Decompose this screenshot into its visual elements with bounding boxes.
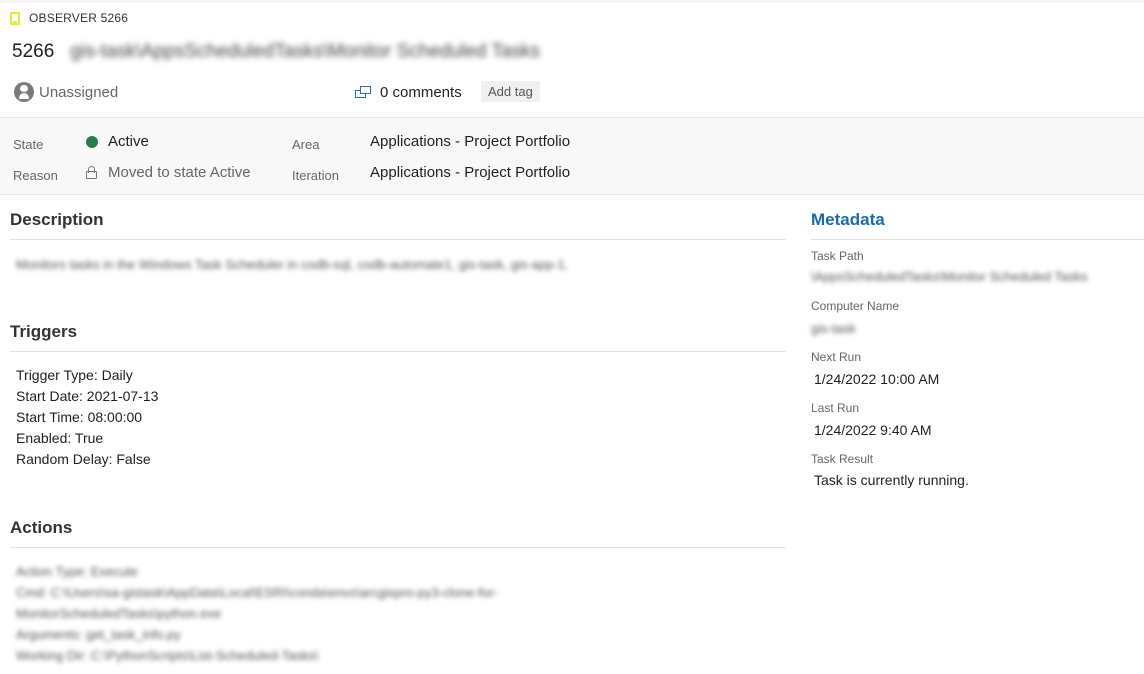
next-run-value: 1/24/2022 10:00 AM <box>814 371 940 387</box>
iteration-value: Applications - Project Portfolio <box>370 164 571 181</box>
work-item-id: 5266 <box>12 41 55 62</box>
comments-count: 0 comments <box>380 84 462 101</box>
avatar-icon <box>14 82 34 102</box>
trigger-line: Start Date: 2021-07-13 <box>16 388 159 404</box>
reason-label: Reason <box>13 168 58 183</box>
metadata-divider <box>811 239 1144 240</box>
area-label: Area <box>292 137 320 152</box>
reason-field: Moved to state Active <box>86 164 251 181</box>
state-value: Active <box>108 133 149 150</box>
task-result-label: Task Result <box>811 452 874 466</box>
actions-text[interactable]: Action Type: Execute Cmd: C:\Users\sa-gi… <box>16 561 498 666</box>
assignee-picker[interactable]: Unassigned <box>14 82 118 102</box>
area-dropdown[interactable]: Applications - Project Portfolio <box>370 133 570 150</box>
actions-divider <box>10 547 786 548</box>
state-label: State <box>13 137 44 152</box>
description-divider <box>10 239 786 240</box>
trigger-line: Enabled: True <box>16 430 104 446</box>
description-text[interactable]: Monitors tasks in the Windows Task Sched… <box>16 254 569 275</box>
trigger-line: Random Delay: False <box>16 451 151 467</box>
action-line: Cmd: C:\Users\sa-gistask\AppData\Local\E… <box>16 585 498 600</box>
computer-name-value: gis-task <box>811 321 856 336</box>
area-value: Applications - Project Portfolio <box>370 133 571 150</box>
comments-link[interactable]: 0 comments <box>355 84 462 101</box>
work-item-type-label: OBSERVER 5266 <box>29 11 129 25</box>
action-line: Arguments: get_task_info.py <box>16 627 181 642</box>
work-item-title[interactable]: gis-task\AppsScheduledTasks\Monitor Sche… <box>70 41 540 63</box>
fields-band: State Active Reason Moved to state Activ… <box>0 117 1144 195</box>
metadata-title: Metadata <box>811 210 885 229</box>
trigger-line: Start Time: 08:00:00 <box>16 409 143 425</box>
triggers-text[interactable]: Trigger Type: Daily Start Date: 2021-07-… <box>16 365 158 470</box>
comments-icon <box>355 85 372 100</box>
add-tag-button[interactable]: Add tag <box>481 81 540 102</box>
last-run-label: Last Run <box>811 401 860 415</box>
lock-icon <box>86 166 97 179</box>
task-path-label: Task Path <box>811 249 864 263</box>
observer-type-icon <box>10 11 20 25</box>
action-line: Working Dir: C:\PythonScripts\List-Sched… <box>16 648 319 663</box>
trigger-line: Trigger Type: Daily <box>16 367 133 383</box>
task-result-value: Task is currently running. <box>814 472 969 488</box>
description-title: Description <box>10 210 104 229</box>
reason-value: Moved to state Active <box>108 164 251 181</box>
triggers-title: Triggers <box>10 322 78 341</box>
top-divider <box>0 0 1144 3</box>
task-path-value: \AppsScheduledTasks\Monitor Scheduled Ta… <box>811 269 1088 284</box>
title-row: 5266 gis-task\AppsScheduledTasks\Monitor… <box>12 41 540 63</box>
triggers-divider <box>10 351 786 352</box>
action-line: Action Type: Execute <box>16 564 138 579</box>
iteration-dropdown[interactable]: Applications - Project Portfolio <box>370 164 570 181</box>
last-run-value: 1/24/2022 9:40 AM <box>814 422 932 438</box>
state-active-icon <box>86 135 98 148</box>
next-run-label: Next Run <box>811 350 862 364</box>
computer-name-label: Computer Name <box>811 299 900 313</box>
iteration-label: Iteration <box>292 168 339 183</box>
state-dropdown[interactable]: Active <box>86 133 149 150</box>
actions-title: Actions <box>10 518 73 537</box>
assignee-label: Unassigned <box>39 83 119 101</box>
work-item-type: OBSERVER 5266 <box>10 11 128 25</box>
action-line: MonitorScheduledTasks\python.exe <box>16 606 222 621</box>
